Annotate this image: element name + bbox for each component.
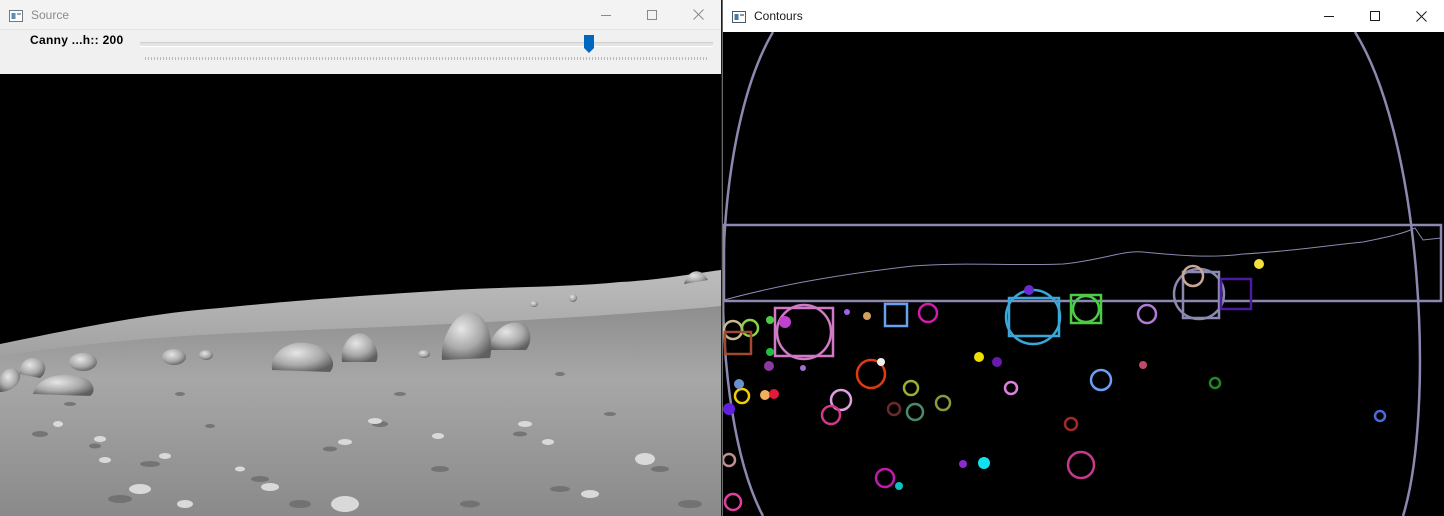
window-app-icon (732, 10, 746, 23)
close-button[interactable] (1398, 0, 1444, 32)
maximize-icon (1370, 11, 1380, 21)
minimize-button[interactable] (1306, 0, 1352, 32)
maximize-button[interactable] (1352, 0, 1398, 32)
trackbar-label: Canny ...h:: 200 (30, 33, 124, 47)
trackbar-track[interactable] (140, 42, 713, 47)
source-titlebar[interactable]: Source (0, 0, 721, 30)
trackbar-panel: Canny ...h:: 200 (0, 30, 721, 75)
close-button[interactable] (675, 0, 721, 29)
contours-window-title: Contours (754, 9, 803, 23)
contours-canvas (723, 32, 1444, 516)
minimize-icon (1324, 16, 1334, 17)
contours-window: Contours (722, 0, 1444, 516)
source-window-title: Source (31, 7, 70, 22)
minimize-icon (601, 14, 611, 16)
close-icon (1415, 10, 1427, 22)
close-icon (692, 9, 704, 20)
trackbar-ticks (145, 57, 709, 60)
source-image (0, 74, 721, 516)
contours-titlebar[interactable]: Contours (723, 0, 1444, 32)
maximize-icon (647, 9, 657, 20)
minimize-button[interactable] (583, 0, 629, 29)
window-app-icon (9, 9, 23, 22)
trackbar-thumb[interactable] (583, 34, 595, 54)
source-window: Source Canny ...h:: 200 (0, 0, 721, 516)
maximize-button[interactable] (629, 0, 675, 29)
